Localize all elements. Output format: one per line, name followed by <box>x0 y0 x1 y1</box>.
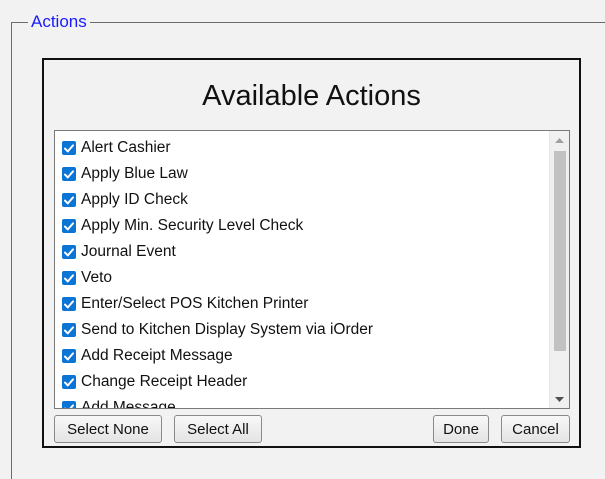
checkbox-checked-icon[interactable] <box>62 245 76 259</box>
action-list-item[interactable]: Send to Kitchen Display System via iOrde… <box>55 317 549 343</box>
action-list-item[interactable]: Apply Min. Security Level Check <box>55 213 549 239</box>
select-all-button[interactable]: Select All <box>174 415 262 443</box>
actions-listbox[interactable]: Alert Cashier Apply Blue Law Apply ID Chec… <box>54 130 570 409</box>
select-none-button[interactable]: Select None <box>54 415 162 443</box>
action-label: Send to Kitchen Display System via iOrde… <box>81 321 374 338</box>
action-list-item[interactable]: Apply ID Check <box>55 187 549 213</box>
action-label: Add Message <box>81 399 176 408</box>
action-label: Journal Event <box>81 243 176 260</box>
available-actions-dialog: Available Actions Alert Cashier Apply Blu… <box>42 58 581 448</box>
checkbox-checked-icon[interactable] <box>62 349 76 363</box>
scroll-thumb[interactable] <box>554 151 566 351</box>
checkbox-checked-icon[interactable] <box>62 219 76 233</box>
group-border-left <box>11 22 12 479</box>
action-list-item[interactable]: Add Message <box>55 395 549 408</box>
checkbox-checked-icon[interactable] <box>62 167 76 181</box>
scroll-up-arrow-icon[interactable] <box>550 131 569 149</box>
action-list-item[interactable]: Journal Event <box>55 239 549 265</box>
checkbox-checked-icon[interactable] <box>62 323 76 337</box>
cancel-button[interactable]: Cancel <box>501 415 570 443</box>
checkbox-checked-icon[interactable] <box>62 375 76 389</box>
checkbox-checked-icon[interactable] <box>62 401 76 408</box>
action-label: Enter/Select POS Kitchen Printer <box>81 295 309 312</box>
action-label: Apply Blue Law <box>81 165 188 182</box>
scroll-down-arrow-icon[interactable] <box>550 390 569 408</box>
checkbox-checked-icon[interactable] <box>62 297 76 311</box>
action-list-item[interactable]: Apply Blue Law <box>55 161 549 187</box>
action-label: Apply ID Check <box>81 191 188 208</box>
action-label: Veto <box>81 269 113 286</box>
action-label: Apply Min. Security Level Check <box>81 217 304 234</box>
actions-list: Alert Cashier Apply Blue Law Apply ID Chec… <box>55 131 549 408</box>
action-list-item[interactable]: Enter/Select POS Kitchen Printer <box>55 291 549 317</box>
actions-page: Actions Available Actions Alert Cashier A… <box>0 0 605 479</box>
action-list-item[interactable]: Change Receipt Header <box>55 369 549 395</box>
checkbox-checked-icon[interactable] <box>62 141 76 155</box>
action-label: Alert Cashier <box>81 139 171 156</box>
checkbox-checked-icon[interactable] <box>62 271 76 285</box>
done-button[interactable]: Done <box>433 415 489 443</box>
group-border-top <box>11 22 605 23</box>
group-legend: Actions <box>28 11 90 33</box>
action-label: Add Receipt Message <box>81 347 233 364</box>
checkbox-checked-icon[interactable] <box>62 193 76 207</box>
action-list-item[interactable]: Add Receipt Message <box>55 343 549 369</box>
action-label: Change Receipt Header <box>81 373 248 390</box>
action-list-item[interactable]: Alert Cashier <box>55 135 549 161</box>
vertical-scrollbar[interactable] <box>549 131 569 408</box>
action-list-item[interactable]: Veto <box>55 265 549 291</box>
dialog-title: Available Actions <box>202 80 421 112</box>
